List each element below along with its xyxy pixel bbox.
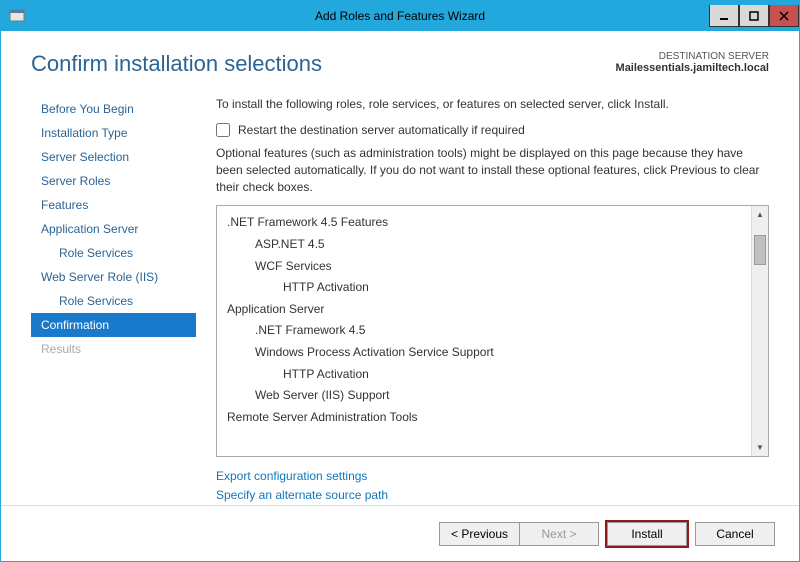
destination-label: DESTINATION SERVER (616, 51, 769, 62)
nav-item-features[interactable]: Features (31, 193, 196, 217)
scroll-thumb[interactable] (754, 235, 766, 265)
nav-button-pair: < Previous Next > (439, 522, 599, 546)
page-title: Confirm installation selections (31, 51, 322, 77)
nav-item-web-server-role-iis-[interactable]: Web Server Role (IIS) (31, 265, 196, 289)
feature-item[interactable]: .NET Framework 4.5 (227, 320, 741, 342)
feature-item[interactable]: WCF Services (227, 256, 741, 278)
maximize-button[interactable] (739, 5, 769, 27)
nav-item-server-roles[interactable]: Server Roles (31, 169, 196, 193)
next-button[interactable]: Next > (519, 522, 599, 546)
scroll-up-button[interactable]: ▲ (752, 206, 768, 223)
feature-item[interactable]: ASP.NET 4.5 (227, 234, 741, 256)
scroll-down-button[interactable]: ▼ (752, 439, 768, 456)
features-scrollbar[interactable]: ▲ ▼ (751, 206, 768, 455)
features-listbox: .NET Framework 4.5 FeaturesASP.NET 4.5WC… (216, 205, 769, 456)
export-config-link[interactable]: Export configuration settings (216, 469, 367, 483)
feature-item[interactable]: .NET Framework 4.5 Features (227, 212, 741, 234)
cancel-button[interactable]: Cancel (695, 522, 775, 546)
feature-item[interactable]: Remote Server Administration Tools (227, 407, 741, 429)
nav-item-role-services[interactable]: Role Services (31, 289, 196, 313)
restart-checkbox-row: Restart the destination server automatic… (216, 123, 769, 137)
window-title: Add Roles and Features Wizard (315, 9, 485, 23)
content-area: Confirm installation selections DESTINAT… (1, 31, 799, 561)
main-panel: To install the following roles, role ser… (196, 87, 769, 505)
feature-item[interactable]: Application Server (227, 299, 741, 321)
body-row: Before You BeginInstallation TypeServer … (1, 87, 799, 505)
window-controls (709, 5, 799, 27)
destination-server: DESTINATION SERVER Mailessentials.jamilt… (616, 51, 769, 74)
close-button[interactable] (769, 5, 799, 27)
features-list[interactable]: .NET Framework 4.5 FeaturesASP.NET 4.5WC… (217, 206, 751, 455)
links-row: Export configuration settings Specify an… (216, 467, 769, 505)
wizard-nav: Before You BeginInstallation TypeServer … (31, 87, 196, 505)
wizard-window: Add Roles and Features Wizard Confirm in… (0, 0, 800, 562)
minimize-button[interactable] (709, 5, 739, 27)
optional-features-note: Optional features (such as administratio… (216, 145, 769, 195)
feature-item[interactable]: Web Server (IIS) Support (227, 385, 741, 407)
nav-item-installation-type[interactable]: Installation Type (31, 121, 196, 145)
titlebar: Add Roles and Features Wizard (1, 1, 799, 31)
destination-name: Mailessentials.jamiltech.local (616, 62, 769, 74)
install-button[interactable]: Install (607, 522, 687, 546)
nav-item-results: Results (31, 337, 196, 361)
scroll-track[interactable] (752, 223, 768, 438)
restart-checkbox-label: Restart the destination server automatic… (238, 123, 525, 137)
previous-button[interactable]: < Previous (439, 522, 519, 546)
feature-item[interactable]: HTTP Activation (227, 364, 741, 386)
footer: < Previous Next > Install Cancel (1, 505, 799, 561)
restart-checkbox[interactable] (216, 123, 230, 137)
header-row: Confirm installation selections DESTINAT… (1, 31, 799, 87)
nav-item-role-services[interactable]: Role Services (31, 241, 196, 265)
feature-item[interactable]: Windows Process Activation Service Suppo… (227, 342, 741, 364)
instruction-text: To install the following roles, role ser… (216, 97, 769, 111)
app-icon (9, 8, 25, 24)
feature-item[interactable]: HTTP Activation (227, 277, 741, 299)
nav-item-application-server[interactable]: Application Server (31, 217, 196, 241)
nav-item-confirmation[interactable]: Confirmation (31, 313, 196, 337)
nav-item-before-you-begin[interactable]: Before You Begin (31, 97, 196, 121)
alternate-source-link[interactable]: Specify an alternate source path (216, 488, 388, 502)
nav-item-server-selection[interactable]: Server Selection (31, 145, 196, 169)
